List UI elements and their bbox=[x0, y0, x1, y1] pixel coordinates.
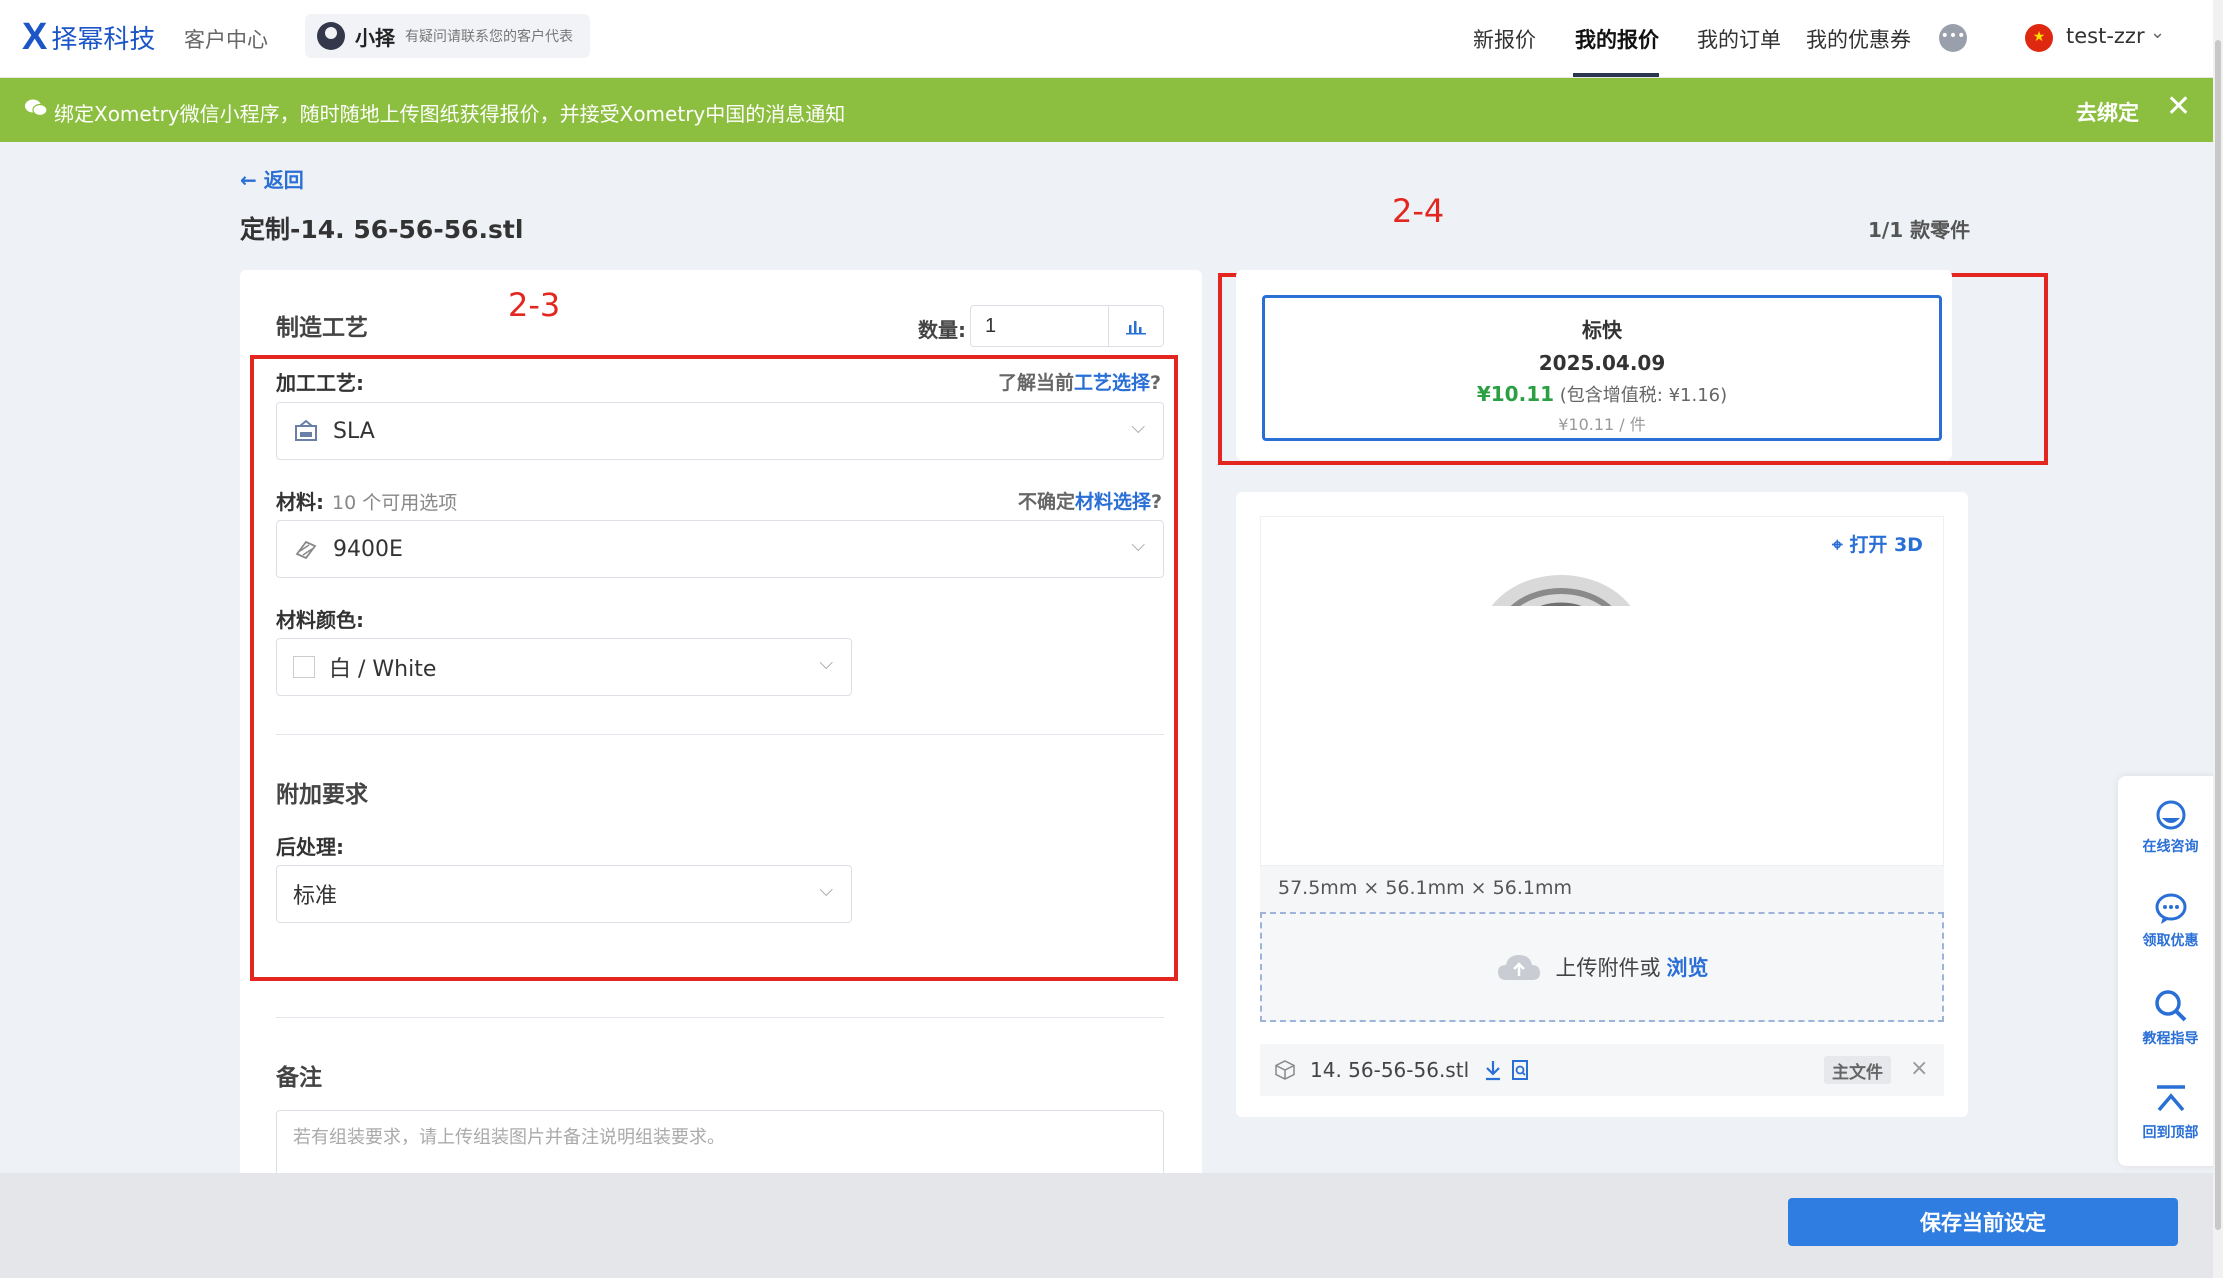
chevron-down-icon[interactable]: ⌄ bbox=[2150, 22, 2165, 43]
china-flag-icon[interactable]: ★ bbox=[2025, 24, 2053, 52]
tutorial-button[interactable]: 教程指导 bbox=[2118, 988, 2223, 1048]
save-settings-button[interactable]: 保存当前设定 bbox=[1788, 1198, 2178, 1246]
floating-toolbar: 在线咨询 领取优惠 教程指导 回到顶部 bbox=[2118, 776, 2223, 1166]
close-icon[interactable]: ✕ bbox=[2166, 92, 2191, 122]
divider bbox=[276, 1017, 1164, 1018]
quote-price: ¥10.11 bbox=[1476, 382, 1555, 406]
part-thumbnail bbox=[1491, 575, 1631, 606]
nav-my-quotes[interactable]: 我的报价 bbox=[1575, 24, 1659, 54]
chat-bubble-icon bbox=[2155, 893, 2186, 924]
user-name[interactable]: test-zzr bbox=[2066, 24, 2145, 48]
top-navigation: X 择幂科技 客户中心 小择 有疑问请联系您的客户代表 新报价 我的报价 我的订… bbox=[0, 0, 2223, 78]
part-dimensions: 57.5mm × 56.1mm × 56.1mm bbox=[1260, 866, 1944, 912]
customer-rep-pill[interactable]: 小择 有疑问请联系您的客户代表 bbox=[305, 14, 590, 58]
cube-3d-icon: ⌖ bbox=[1832, 534, 1843, 556]
agent-hint: 有疑问请联系您的客户代表 bbox=[405, 29, 573, 45]
banner-message: 绑定Xometry微信小程序，随时随地上传图纸获得报价，并接受Xometry中国… bbox=[54, 102, 846, 126]
online-consult-button[interactable]: 在线咨询 bbox=[2118, 798, 2223, 856]
download-icon[interactable] bbox=[1483, 1059, 1503, 1081]
headset-icon bbox=[2156, 800, 2185, 830]
scrollbar-thumb[interactable] bbox=[2215, 40, 2221, 1230]
cloud-upload-icon bbox=[1497, 955, 1540, 980]
nav-my-coupons[interactable]: 我的优惠券 bbox=[1806, 24, 1911, 54]
browse-link[interactable]: 浏览 bbox=[1667, 952, 1709, 982]
file-cube-icon bbox=[1275, 1060, 1295, 1080]
quote-tax-note: (包含增值税: ¥1.16) bbox=[1559, 385, 1728, 406]
wechat-icon bbox=[24, 98, 48, 123]
get-coupon-button[interactable]: 领取优惠 bbox=[2118, 892, 2223, 950]
open-3d-button[interactable]: ⌖ 打开 3D bbox=[1832, 530, 1923, 557]
wechat-bind-banner: 绑定Xometry微信小程序，随时随地上传图纸获得报价，并接受Xometry中国… bbox=[0, 78, 2223, 142]
parts-count: 1/1 款零件 bbox=[1868, 218, 1971, 242]
back-to-top-button[interactable]: 回到顶部 bbox=[2118, 1084, 2223, 1142]
model-preview[interactable] bbox=[1260, 516, 1944, 866]
agent-name: 小择 bbox=[355, 25, 395, 50]
message-icon[interactable]: ••• bbox=[1939, 24, 1967, 52]
upload-text: 上传附件或 bbox=[1555, 956, 1661, 980]
attachment-upload-zone[interactable]: 上传附件或 浏览 bbox=[1260, 912, 1944, 1022]
logo-text: 择幂科技 bbox=[51, 24, 156, 55]
page-title: 定制-14. 56-56-56.stl bbox=[240, 215, 524, 244]
quote-option-standard[interactable]: 标快 2025.04.09 ¥10.11 (包含增值税: ¥1.16) ¥10.… bbox=[1262, 295, 1942, 441]
annotation-label-2-3: 2-3 bbox=[508, 286, 561, 324]
nav-my-orders[interactable]: 我的订单 bbox=[1697, 24, 1781, 54]
annotation-label-2-4: 2-4 bbox=[1392, 192, 1445, 230]
quote-type: 标快 bbox=[1582, 318, 1622, 342]
active-nav-underline bbox=[1573, 73, 1659, 77]
client-center-link[interactable]: 客户中心 bbox=[184, 24, 268, 54]
close-icon[interactable]: × bbox=[1910, 1056, 1928, 1081]
nav-new-quote[interactable]: 新报价 bbox=[1473, 24, 1536, 54]
brand-logo[interactable]: X 择幂科技 bbox=[22, 18, 155, 56]
avatar-icon bbox=[317, 22, 345, 50]
logo-mark: X bbox=[22, 16, 48, 58]
search-icon bbox=[2154, 990, 2186, 1022]
back-link[interactable]: ← 返回 bbox=[240, 164, 304, 193]
manufacturing-section-title: 制造工艺 bbox=[276, 315, 368, 341]
quote-date: 2025.04.09 bbox=[1538, 351, 1666, 375]
quote-unit-price: ¥10.11 / 件 bbox=[1558, 415, 1646, 434]
annotation-box-2-3 bbox=[250, 355, 1178, 981]
preview-icon[interactable] bbox=[1511, 1059, 1531, 1081]
arrow-up-icon bbox=[2156, 1085, 2185, 1112]
bar-chart-icon bbox=[1126, 321, 1146, 335]
bind-button[interactable]: 去绑定 bbox=[2076, 97, 2139, 127]
quote-price-line: ¥10.11 (包含增值税: ¥1.16) bbox=[1265, 381, 1939, 407]
price-chart-button[interactable] bbox=[1108, 305, 1164, 347]
main-file-tag: 主文件 bbox=[1824, 1056, 1891, 1084]
notes-title: 备注 bbox=[276, 1065, 322, 1091]
quantity-label: 数量: bbox=[918, 318, 966, 342]
quantity-input[interactable] bbox=[970, 305, 1108, 347]
file-name: 14. 56-56-56.stl bbox=[1310, 1058, 1470, 1082]
